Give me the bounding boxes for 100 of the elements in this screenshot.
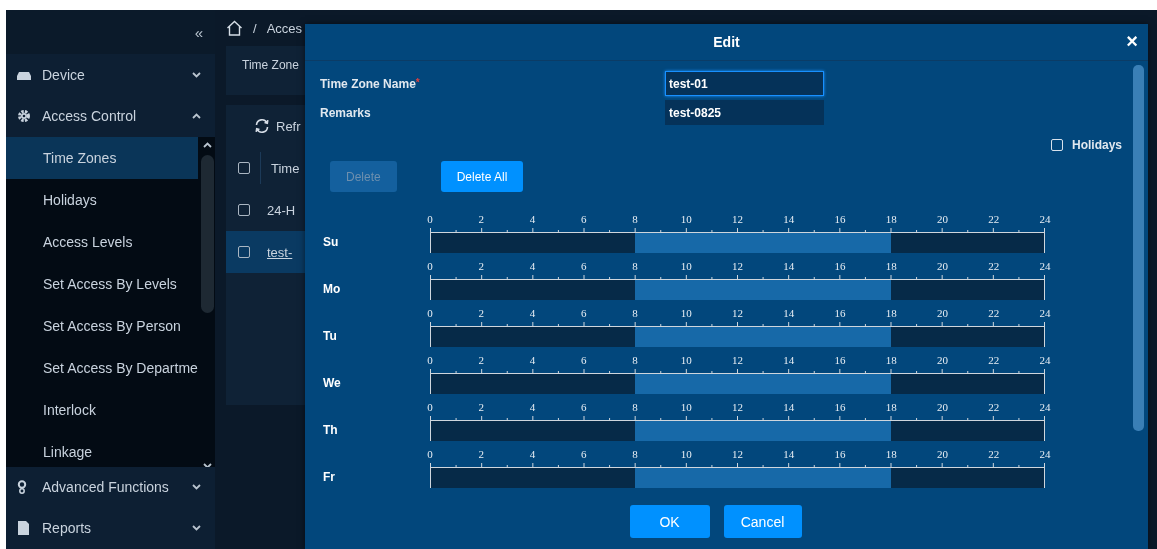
holidays-label[interactable]: Holidays [1072, 138, 1122, 152]
hour-slot[interactable] [1018, 374, 1045, 394]
hour-slot[interactable] [1018, 421, 1045, 441]
hour-label: 4 [529, 401, 536, 413]
hour-slot[interactable] [1018, 327, 1045, 347]
hour-label: 2 [478, 213, 484, 225]
chevron-down-icon [192, 525, 201, 532]
hour-label: 24 [1039, 354, 1051, 366]
hour-label: 10 [680, 448, 692, 460]
refresh-icon[interactable] [254, 118, 270, 134]
row-link[interactable]: test- [250, 244, 293, 260]
document-icon [16, 521, 32, 536]
hour-label: 16 [834, 448, 846, 460]
hour-label: 16 [834, 354, 846, 366]
hour-label: 2 [478, 307, 484, 319]
hour-label: 24 [1039, 260, 1051, 272]
home-icon[interactable] [226, 20, 243, 36]
hour-label: 0 [427, 354, 433, 366]
hour-label: 20 [937, 213, 948, 225]
table-cell-text: 24-H [266, 202, 296, 218]
breadcrumb-link[interactable]: Acces [266, 20, 303, 36]
hour-label: 2 [478, 401, 484, 413]
hour-label: 4 [529, 354, 536, 366]
hour-label: 20 [937, 354, 948, 366]
hour-label: 14 [783, 448, 795, 460]
menu-item[interactable]: Interlock [6, 388, 198, 431]
hour-label: 10 [680, 260, 692, 272]
hour-label: 8 [632, 260, 638, 272]
hour-label: 16 [834, 401, 846, 413]
hour-label: 22 [988, 260, 1000, 272]
hour-label: 10 [680, 213, 692, 225]
hour-slot[interactable] [1018, 468, 1045, 488]
close-button[interactable]: × [1126, 32, 1138, 50]
refresh-button[interactable]: Refr [276, 118, 301, 134]
scrollbar[interactable] [1133, 65, 1144, 431]
hour-slot[interactable] [1018, 233, 1045, 253]
collapse-sidebar-button[interactable]: « [194, 23, 203, 41]
hour-label: 14 [783, 213, 795, 225]
hour-label: 18 [885, 213, 897, 225]
day-label: Th [322, 423, 339, 439]
hour-label: 4 [529, 448, 536, 460]
hour-label: 0 [427, 448, 433, 460]
checkbox[interactable] [238, 246, 250, 258]
chevron-up-icon [192, 113, 201, 120]
hour-label: 2 [478, 448, 484, 460]
hour-label: 6 [581, 354, 587, 366]
hour-label: 8 [632, 213, 638, 225]
hour-label: 6 [581, 307, 587, 319]
hour-label: 6 [581, 260, 587, 272]
chevron-down-icon [192, 71, 201, 78]
hour-label: 6 [581, 448, 587, 460]
checkbox[interactable] [238, 204, 250, 216]
hour-label: 18 [885, 260, 897, 272]
menu-item[interactable]: Linkage [6, 430, 198, 467]
hour-label: 24 [1039, 213, 1051, 225]
scroll-down-icon [203, 462, 212, 467]
text-field[interactable]: test-01 [665, 71, 824, 96]
hour-label: 12 [732, 354, 743, 366]
text-field[interactable]: test-0825 [665, 100, 824, 125]
hour-label: 4 [529, 307, 536, 319]
hour-label: 10 [680, 354, 692, 366]
filter-label: Time Zone [242, 58, 299, 72]
hour-label: 14 [783, 307, 795, 319]
scroll-up-icon [203, 141, 212, 148]
hour-label: 4 [529, 260, 536, 272]
hour-label: 14 [783, 401, 795, 413]
table-row[interactable]: 24-H [226, 189, 305, 231]
menu-item[interactable]: Set Access By Levels [6, 262, 198, 305]
hour-label: 10 [680, 401, 692, 413]
menu-item[interactable]: Access Levels [6, 220, 198, 263]
hour-label: 16 [834, 213, 846, 225]
hour-label: 8 [632, 401, 638, 413]
chevron-down-icon [192, 484, 201, 491]
menu-item[interactable]: Holidays [6, 178, 198, 221]
hour-label: 18 [885, 448, 897, 460]
hour-label: 12 [732, 213, 743, 225]
hour-slot[interactable] [1018, 280, 1045, 300]
hour-label: 22 [988, 213, 1000, 225]
hour-label: 22 [988, 307, 1000, 319]
menu-item[interactable]: Set Access By Person [6, 304, 198, 347]
hour-label: 22 [988, 448, 1000, 460]
menu-item[interactable]: Set Access By Departme [6, 346, 198, 389]
hour-label: 20 [937, 401, 948, 413]
hour-label: 14 [783, 260, 795, 272]
column-header[interactable]: Time [260, 152, 300, 184]
hour-label: 20 [937, 307, 948, 319]
hour-label: 8 [632, 307, 638, 319]
hour-label: 10 [680, 307, 692, 319]
checkbox[interactable] [1051, 139, 1063, 151]
checkbox[interactable] [238, 162, 250, 174]
hour-label: 12 [732, 260, 743, 272]
hour-label: 0 [427, 307, 433, 319]
hour-label: 4 [529, 213, 536, 225]
table-row[interactable]: test- [226, 231, 305, 273]
menu-item[interactable]: Time Zones [6, 136, 198, 179]
day-label: Tu [322, 329, 338, 345]
day-label: We [322, 376, 342, 392]
hour-label: 24 [1039, 307, 1051, 319]
hour-label: 6 [581, 213, 587, 225]
hour-label: 18 [885, 401, 897, 413]
